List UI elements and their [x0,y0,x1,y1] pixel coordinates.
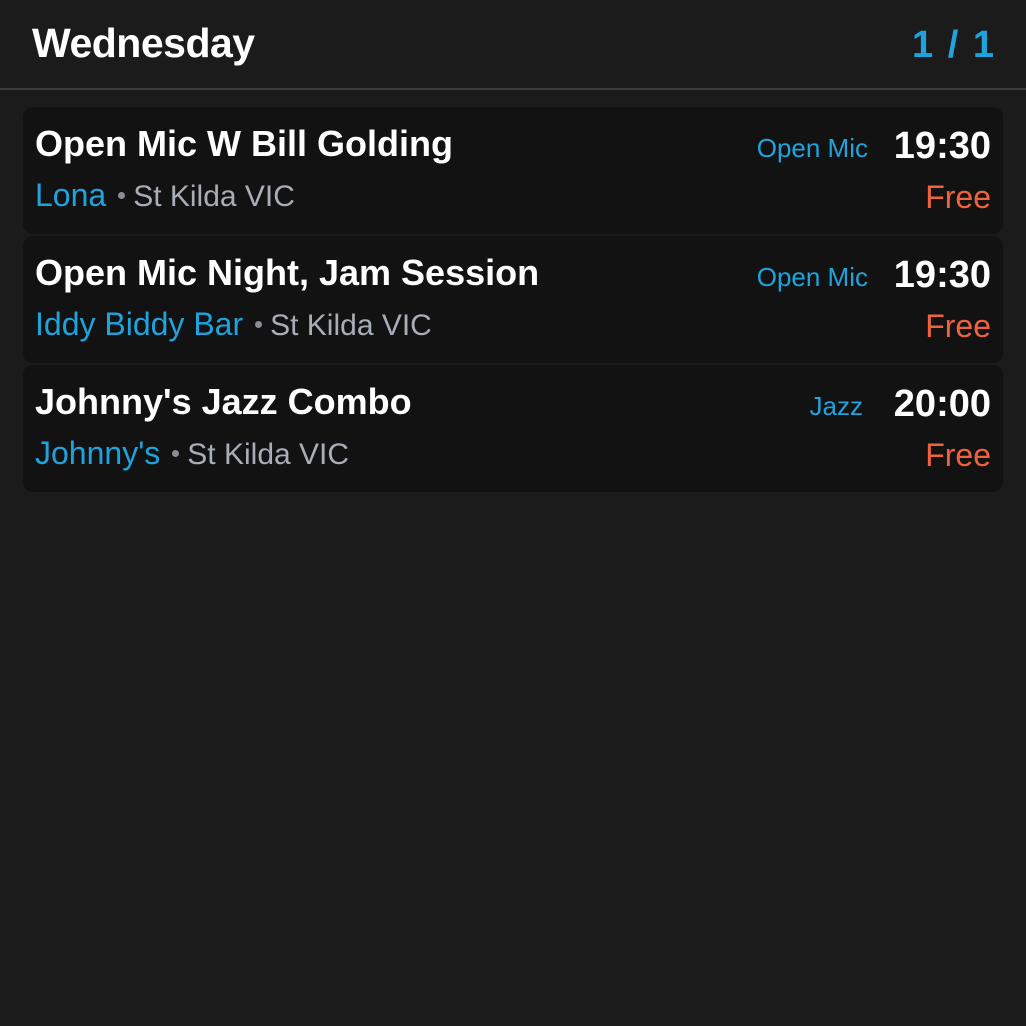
venue-link[interactable]: Iddy Biddy Bar [35,306,243,342]
event-location: St Kilda VIC [270,309,432,342]
event-location: St Kilda VIC [133,180,295,213]
event-genre: Open Mic [756,262,868,292]
event-genre: Jazz [809,391,863,421]
event-title: Open Mic W Bill Golding [35,123,453,164]
event-card[interactable]: Open Mic Night, Jam Session Iddy Biddy B… [23,236,1003,363]
event-time: 20:00 [893,383,991,425]
event-card[interactable]: Johnny's Jazz Combo Johnny's St Kilda VIC… [23,365,1003,492]
event-card[interactable]: Open Mic W Bill Golding Lona St Kilda VIC… [23,107,1003,234]
event-venue-line: Johnny's St Kilda VIC [35,435,349,472]
event-price: Free [925,179,991,215]
event-venue-line: Iddy Biddy Bar St Kilda VIC [35,306,432,343]
event-time: 19:30 [893,254,991,296]
venue-link[interactable]: Lona [35,177,106,213]
header: Wednesday 1 / 1 [0,0,1026,90]
event-price: Free [925,308,991,344]
event-genre: Open Mic [756,133,868,163]
separator-dot-icon [172,450,180,458]
event-venue-line: Lona St Kilda VIC [35,177,295,214]
event-title: Open Mic Night, Jam Session [35,252,540,293]
event-title: Johnny's Jazz Combo [35,381,412,422]
page-indicator: 1 / 1 [912,24,996,66]
venue-link[interactable]: Johnny's [35,435,160,471]
day-title: Wednesday [32,20,255,66]
event-list: Open Mic W Bill Golding Lona St Kilda VIC… [23,107,1003,494]
separator-dot-icon [255,321,263,329]
event-location: St Kilda VIC [187,438,350,471]
event-time: 19:30 [893,125,991,167]
event-price: Free [925,437,991,473]
separator-dot-icon [118,192,126,200]
